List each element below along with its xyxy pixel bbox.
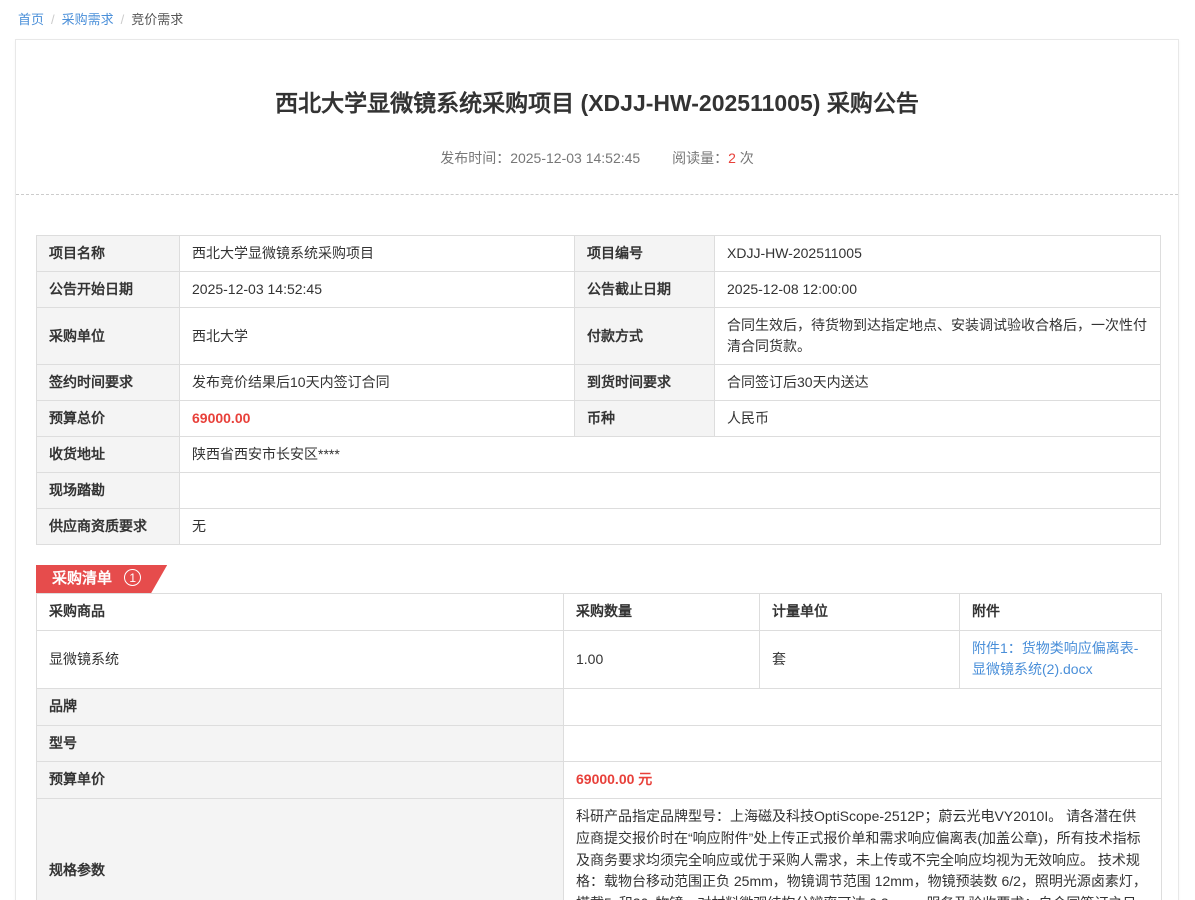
currency-value: 人民币 <box>715 401 1161 437</box>
attachment-link[interactable]: 附件1：货物类响应偏离表-显微镜系统(2).docx <box>972 640 1138 678</box>
table-row: 规格参数 科研产品指定品牌型号：上海磁及科技OptiScope-2512P；蔚云… <box>37 799 1162 900</box>
table-row: 预算单价 69000.00 元 <box>37 762 1162 799</box>
payment-value: 合同生效后，待货物到达指定地点、安装调试验收合格后，一次性付清合同货款。 <box>715 308 1161 365</box>
site-survey-label: 现场踏勘 <box>37 473 180 509</box>
attachment-cell: 附件1：货物类响应偏离表-显微镜系统(2).docx <box>960 630 1162 688</box>
purchase-list-tag-label: 采购清单 <box>52 570 112 587</box>
project-info-table: 项目名称 西北大学显微镜系统采购项目 项目编号 XDJJ-HW-20251100… <box>36 235 1161 545</box>
purchase-list-count-badge: 1 <box>124 569 141 586</box>
publish-time: 发布时间：2025-12-03 14:52:45 <box>440 150 640 166</box>
divider <box>16 194 1178 195</box>
project-name-value: 西北大学显微镜系统采购项目 <box>180 236 575 272</box>
announcement-card: 西北大学显微镜系统采购项目 (XDJJ-HW-202511005) 采购公告 发… <box>15 39 1179 900</box>
table-row: 品牌 <box>37 689 1162 726</box>
brand-value <box>564 689 1162 726</box>
start-date-label: 公告开始日期 <box>37 272 180 308</box>
table-row: 项目名称 西北大学显微镜系统采购项目 项目编号 XDJJ-HW-20251100… <box>37 236 1161 272</box>
breadcrumb: 首页 / 采购需求 / 竞价需求 <box>0 0 1195 28</box>
column-header-quantity: 采购数量 <box>564 594 760 631</box>
buyer-value: 西北大学 <box>180 308 575 365</box>
table-row: 预算总价 69000.00 币种 人民币 <box>37 401 1161 437</box>
sign-time-value: 发布竞价结果后10天内签订合同 <box>180 365 575 401</box>
site-survey-value <box>180 473 1161 509</box>
payment-label: 付款方式 <box>575 308 715 365</box>
column-header-attachment: 附件 <box>960 594 1162 631</box>
model-label: 型号 <box>37 725 564 762</box>
model-value <box>564 725 1162 762</box>
qualification-label: 供应商资质要求 <box>37 509 180 545</box>
table-row: 公告开始日期 2025-12-03 14:52:45 公告截止日期 2025-1… <box>37 272 1161 308</box>
product-name-cell: 显微镜系统 <box>37 630 564 688</box>
budget-total-value: 69000.00 <box>180 401 575 437</box>
breadcrumb-current: 竞价需求 <box>131 12 183 27</box>
qualification-value: 无 <box>180 509 1161 545</box>
buyer-label: 采购单位 <box>37 308 180 365</box>
table-row: 现场踏勘 <box>37 473 1161 509</box>
table-row: 采购单位 西北大学 付款方式 合同生效后，待货物到达指定地点、安装调试验收合格后… <box>37 308 1161 365</box>
breadcrumb-separator: / <box>121 12 125 27</box>
view-count: 阅读量：2 次 <box>672 150 754 166</box>
spec-value: 科研产品指定品牌型号：上海磁及科技OptiScope-2512P；蔚云光电VY2… <box>564 799 1162 900</box>
budget-total-label: 预算总价 <box>37 401 180 437</box>
address-value: 陕西省西安市长安区**** <box>180 437 1161 473</box>
view-count-number: 2 <box>728 150 736 166</box>
project-no-label: 项目编号 <box>575 236 715 272</box>
breadcrumb-separator: / <box>51 12 55 27</box>
purchase-list-table: 采购商品 采购数量 计量单位 附件 显微镜系统 1.00 套 附件1：货物类响应… <box>36 593 1162 900</box>
project-no-value: XDJJ-HW-202511005 <box>715 236 1161 272</box>
brand-label: 品牌 <box>37 689 564 726</box>
breadcrumb-purchase-link[interactable]: 采购需求 <box>62 12 114 27</box>
table-header-row: 采购商品 采购数量 计量单位 附件 <box>37 594 1162 631</box>
currency-label: 币种 <box>575 401 715 437</box>
table-row: 供应商资质要求 无 <box>37 509 1161 545</box>
quantity-cell: 1.00 <box>564 630 760 688</box>
unit-price-label: 预算单价 <box>37 762 564 799</box>
end-date-value: 2025-12-08 12:00:00 <box>715 272 1161 308</box>
delivery-time-label: 到货时间要求 <box>575 365 715 401</box>
sign-time-label: 签约时间要求 <box>37 365 180 401</box>
delivery-time-value: 合同签订后30天内送达 <box>715 365 1161 401</box>
column-header-unit: 计量单位 <box>760 594 960 631</box>
start-date-value: 2025-12-03 14:52:45 <box>180 272 575 308</box>
purchase-list-tag: 采购清单 1 <box>36 565 167 593</box>
spec-label: 规格参数 <box>37 799 564 900</box>
column-header-product: 采购商品 <box>37 594 564 631</box>
unit-cell: 套 <box>760 630 960 688</box>
unit-price-value: 69000.00 元 <box>564 762 1162 799</box>
page-title: 西北大学显微镜系统采购项目 (XDJJ-HW-202511005) 采购公告 <box>16 84 1178 118</box>
address-label: 收货地址 <box>37 437 180 473</box>
table-row: 收货地址 陕西省西安市长安区**** <box>37 437 1161 473</box>
notice-meta: 发布时间：2025-12-03 14:52:45 阅读量：2 次 <box>16 148 1178 168</box>
end-date-label: 公告截止日期 <box>575 272 715 308</box>
table-row: 签约时间要求 发布竞价结果后10天内签订合同 到货时间要求 合同签订后30天内送… <box>37 365 1161 401</box>
project-name-label: 项目名称 <box>37 236 180 272</box>
table-row: 显微镜系统 1.00 套 附件1：货物类响应偏离表-显微镜系统(2).docx <box>37 630 1162 688</box>
table-row: 型号 <box>37 725 1162 762</box>
breadcrumb-home-link[interactable]: 首页 <box>18 12 44 27</box>
